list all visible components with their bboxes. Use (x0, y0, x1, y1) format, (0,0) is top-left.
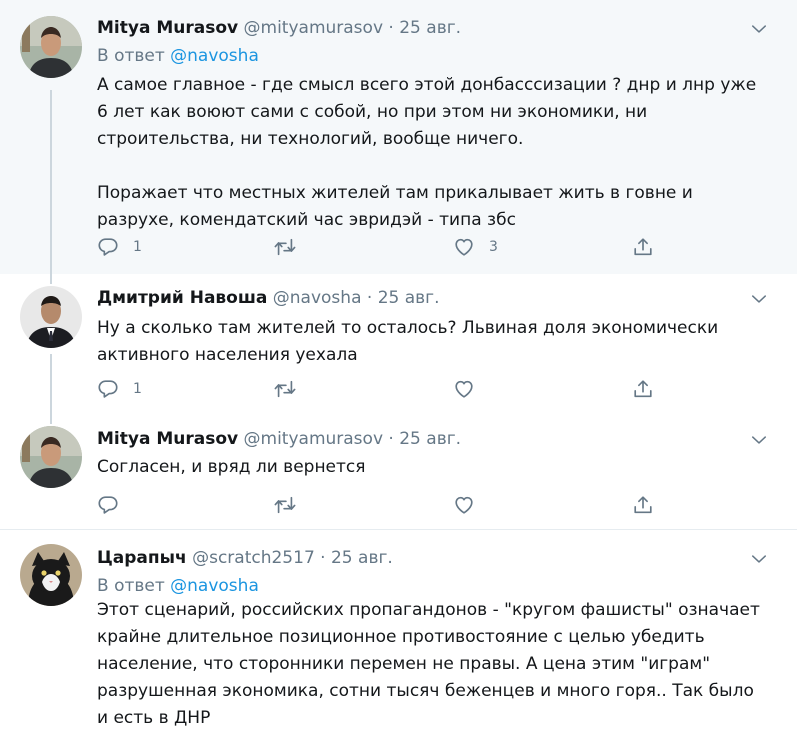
tweet-header: Дмитрий Навоша @navosha · 25 авг. (97, 287, 440, 309)
tweet[interactable]: Дмитрий Навоша @navosha · 25 авг. Ну а с… (0, 274, 797, 414)
like-button[interactable] (453, 494, 489, 516)
tweet-actions: 1 3 (97, 236, 697, 258)
reply-context: В ответ @navosha (97, 45, 259, 67)
reply-count: 1 (133, 381, 142, 397)
like-count: 3 (489, 239, 498, 255)
avatar[interactable] (20, 544, 82, 606)
tweet-text: Ну а сколько там жителей то осталось? Ль… (97, 318, 719, 365)
reply-context: В ответ @navosha (97, 575, 259, 597)
tweet-date[interactable]: 25 авг. (399, 18, 461, 38)
reply-count: 1 (133, 239, 142, 255)
display-name[interactable]: Дмитрий Навоша (97, 288, 267, 308)
reply-icon (97, 236, 119, 258)
reply-button[interactable]: 1 (97, 378, 142, 400)
thread-line (50, 354, 52, 414)
user-handle[interactable]: @mityamurasov (244, 18, 384, 38)
user-handle[interactable]: @mityamurasov (244, 429, 384, 449)
display-name[interactable]: Царапыч (97, 548, 187, 568)
retweet-icon (273, 236, 297, 258)
thread-line (50, 90, 52, 274)
tweet-header: Царапыч @scratch2517 · 25 авг. (97, 547, 393, 569)
user-avatar-photo (20, 16, 82, 78)
tweet[interactable]: Царапыч @scratch2517 · 25 авг. В ответ @… (0, 530, 797, 734)
tweet[interactable]: Mitya Murasov @mityamurasov · 25 авг. Со… (0, 414, 797, 530)
chevron-down-icon[interactable] (749, 549, 769, 569)
avatar[interactable] (20, 426, 82, 488)
retweet-button[interactable] (273, 378, 311, 400)
retweet-button[interactable] (273, 494, 311, 516)
like-button[interactable] (453, 378, 489, 400)
reply-mention-link[interactable]: @navosha (170, 46, 259, 66)
heart-icon (453, 378, 475, 400)
retweet-icon (273, 494, 297, 516)
share-icon (632, 236, 654, 258)
tweet-date[interactable]: 25 авг. (331, 548, 393, 568)
reply-prefix: В ответ (97, 46, 171, 66)
user-avatar-photo (20, 286, 82, 348)
like-button[interactable]: 3 (453, 236, 498, 258)
cat-avatar-photo (20, 544, 82, 606)
heart-icon (453, 494, 475, 516)
separator: · (388, 18, 394, 38)
share-icon (632, 378, 654, 400)
separator: · (366, 288, 373, 308)
tweet-text: Согласен, и вряд ли вернется (97, 457, 366, 477)
chevron-down-icon[interactable] (749, 430, 769, 450)
tweet-date[interactable]: 25 авг. (378, 288, 440, 308)
tweet-actions (97, 494, 697, 516)
reply-button[interactable] (97, 494, 133, 516)
separator: · (388, 429, 394, 449)
tweet-header: Mitya Murasov @mityamurasov · 25 авг. (97, 428, 461, 450)
user-handle[interactable]: @scratch2517 (192, 548, 315, 568)
user-avatar-photo (20, 426, 82, 488)
separator: · (320, 548, 326, 568)
tweet-text: Этот сценарий, российских пропагандонов … (97, 600, 760, 728)
reply-prefix: В ответ (97, 576, 171, 596)
retweet-button[interactable] (273, 236, 311, 258)
reply-icon (97, 494, 119, 516)
tweet-date[interactable]: 25 авг. (399, 429, 461, 449)
reply-mention-link[interactable]: @navosha (170, 576, 259, 596)
thread-line (50, 274, 52, 284)
reply-button[interactable]: 1 (97, 236, 142, 258)
reply-icon (97, 378, 119, 400)
display-name[interactable]: Mitya Murasov (97, 429, 238, 449)
tweet-actions: 1 (97, 378, 697, 400)
tweet[interactable]: Mitya Murasov @mityamurasov · 25 авг. В … (0, 0, 797, 274)
retweet-icon (273, 378, 297, 400)
display-name[interactable]: Mitya Murasov (97, 18, 238, 38)
tweet-header: Mitya Murasov @mityamurasov · 25 авг. (97, 17, 461, 39)
share-button[interactable] (632, 494, 654, 516)
chevron-down-icon[interactable] (749, 289, 769, 309)
tweet-text: А самое главное - где смысл всего этой д… (97, 75, 757, 230)
avatar[interactable] (20, 286, 82, 348)
share-icon (632, 494, 654, 516)
chevron-down-icon[interactable] (749, 19, 769, 39)
user-handle[interactable]: @navosha (273, 288, 362, 308)
avatar[interactable] (20, 16, 82, 78)
share-button[interactable] (632, 236, 654, 258)
heart-icon (453, 236, 475, 258)
share-button[interactable] (632, 378, 654, 400)
thread-line (50, 414, 52, 424)
